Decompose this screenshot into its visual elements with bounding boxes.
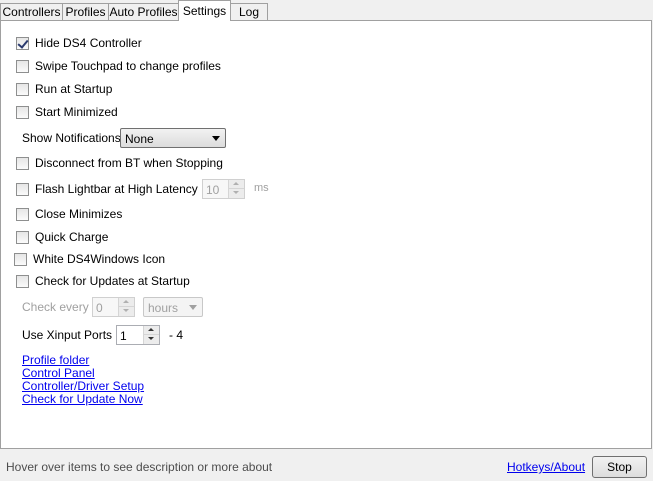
checkbox-label: Start Minimized [35, 105, 118, 119]
chevron-down-icon [189, 305, 197, 310]
check-every-label: Check every [22, 300, 89, 314]
check-updates-checkbox[interactable]: Check for Updates at Startup [16, 273, 190, 289]
tab-controllers[interactable]: Controllers [0, 3, 63, 20]
checkbox-box[interactable] [16, 36, 29, 50]
white-icon-checkbox[interactable]: White DS4Windows Icon [14, 251, 165, 267]
tab-auto-profiles[interactable]: Auto Profiles [108, 3, 179, 20]
check-every-unit-select[interactable]: hours [143, 297, 203, 317]
tab-log[interactable]: Log [230, 3, 268, 20]
checkbox-label: Run at Startup [35, 82, 113, 96]
disconnect-bt-checkbox[interactable]: Disconnect from BT when Stopping [16, 155, 223, 171]
checkbox-label: Flash Lightbar at High Latency [35, 182, 198, 196]
run-at-startup-checkbox[interactable]: Run at Startup [16, 81, 112, 97]
stepper-buttons [118, 298, 134, 316]
stepper-value: 1 [120, 329, 127, 343]
flash-lightbar-checkbox[interactable]: Flash Lightbar at High Latency [16, 181, 198, 197]
quick-charge-checkbox[interactable]: Quick Charge [16, 229, 108, 245]
stepper-down-icon[interactable] [229, 189, 244, 198]
xinput-ports-label: Use Xinput Ports [22, 328, 113, 342]
chevron-down-icon [212, 136, 220, 141]
tab-settings[interactable]: Settings [178, 0, 231, 21]
xinput-ports-max: - 4 [169, 328, 184, 342]
settings-panel: Hide DS4 Controller Swipe Touchpad to ch… [0, 20, 652, 449]
checkbox-label: Swipe Touchpad to change profiles [35, 59, 221, 73]
show-notifications-select[interactable]: None [120, 128, 226, 148]
checkbox-label: White DS4Windows Icon [33, 252, 166, 266]
check-every-stepper[interactable]: 0 [92, 297, 135, 317]
checkbox-box[interactable] [16, 105, 29, 119]
latency-unit: ms [254, 182, 269, 194]
profile-folder-link[interactable]: Profile folder [22, 353, 89, 367]
stepper-value: 10 [206, 183, 220, 197]
checkbox-box[interactable] [14, 252, 27, 266]
checkbox-box[interactable] [16, 230, 29, 244]
select-value: hours [148, 301, 179, 315]
xinput-ports-stepper[interactable]: 1 [116, 325, 160, 345]
checkbox-label: Check for Updates at Startup [35, 274, 190, 288]
checkbox-box[interactable] [16, 182, 29, 196]
stepper-down-icon[interactable] [119, 307, 134, 316]
tab-profiles[interactable]: Profiles [62, 3, 109, 20]
select-value: None [125, 132, 154, 146]
checkbox-box[interactable] [16, 207, 29, 221]
latency-stepper[interactable]: 10 [202, 179, 245, 199]
stop-button[interactable]: Stop [592, 456, 647, 478]
checkbox-box[interactable] [16, 82, 29, 96]
stepper-value: 0 [96, 301, 103, 315]
stepper-buttons [228, 180, 244, 198]
checkbox-label: Disconnect from BT when Stopping [35, 156, 223, 170]
checkbox-label: Quick Charge [35, 230, 109, 244]
checkbox-box[interactable] [16, 156, 29, 170]
stepper-buttons [143, 326, 159, 344]
checkbox-box[interactable] [16, 59, 29, 73]
hide-ds4-checkbox[interactable]: Hide DS4 Controller [16, 35, 142, 51]
checkbox-box[interactable] [16, 274, 29, 288]
show-notifications-label: Show Notifications [22, 131, 121, 145]
stepper-up-icon[interactable] [229, 180, 244, 189]
swipe-touchpad-checkbox[interactable]: Swipe Touchpad to change profiles [16, 58, 221, 74]
start-minimized-checkbox[interactable]: Start Minimized [16, 104, 118, 120]
hotkeys-about-link[interactable]: Hotkeys/About [507, 460, 585, 474]
stepper-down-icon[interactable] [144, 335, 159, 344]
stepper-up-icon[interactable] [119, 298, 134, 307]
stepper-up-icon[interactable] [144, 326, 159, 335]
tab-strip: Controllers Profiles Auto Profiles Setti… [0, 0, 653, 21]
close-minimizes-checkbox[interactable]: Close Minimizes [16, 206, 122, 222]
driver-setup-link[interactable]: Controller/Driver Setup [22, 379, 144, 393]
control-panel-link[interactable]: Control Panel [22, 366, 95, 380]
check-update-now-link[interactable]: Check for Update Now [22, 392, 143, 406]
checkbox-label: Hide DS4 Controller [35, 36, 142, 50]
status-hint: Hover over items to see description or m… [6, 460, 273, 474]
checkbox-label: Close Minimizes [35, 207, 123, 221]
